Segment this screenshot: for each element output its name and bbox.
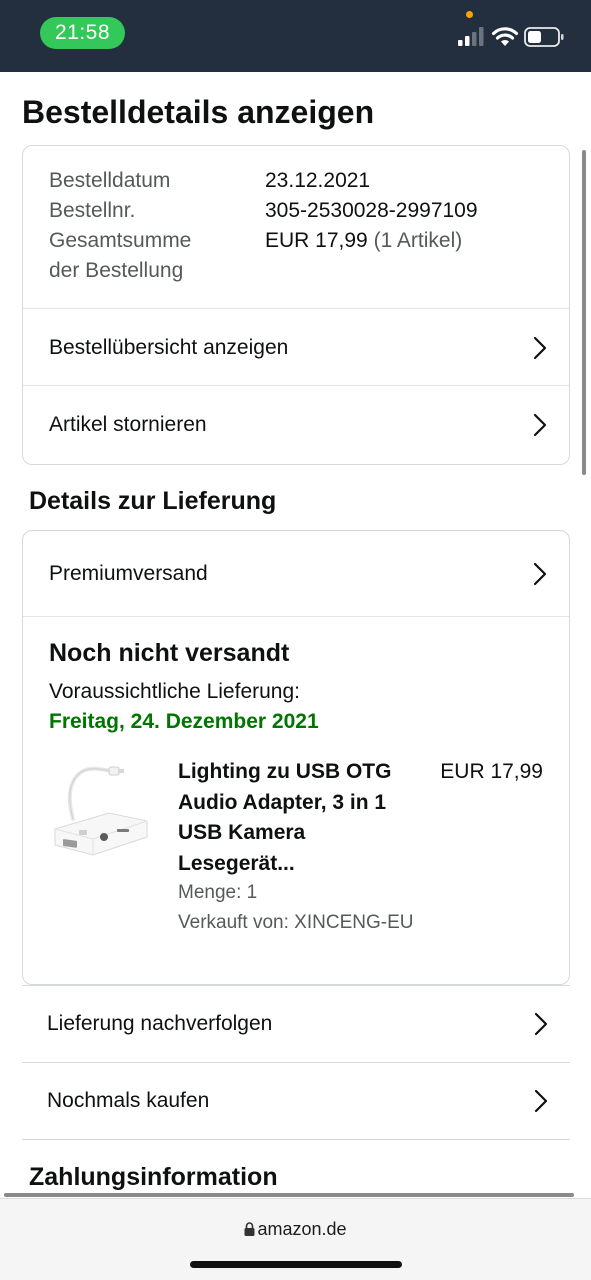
lock-icon [244, 1222, 255, 1236]
battery-icon [524, 27, 564, 47]
cancel-items-link-label: Artikel stornieren [49, 412, 207, 436]
cancel-items-link[interactable]: Artikel stornieren [23, 385, 569, 463]
order-summary-link-label: Bestellübersicht anzeigen [49, 335, 289, 359]
product-title-link[interactable]: Lighting zu USB OTG Audio Adapter, 3 in … [178, 757, 418, 879]
track-delivery-label: Lieferung nachverfolgen [47, 1012, 273, 1035]
order-meta: Bestelldatum 23.12.2021 Bestellnr. 305-2… [49, 166, 478, 286]
buy-again-label: Nochmals kaufen [47, 1089, 210, 1112]
order-total-label-line2: der Bestellung [49, 259, 184, 282]
payment-section-title: Zahlungsinformation [29, 1163, 278, 1191]
buy-again-link[interactable]: Nochmals kaufen [22, 1062, 570, 1139]
order-total-row: Gesamtsumme der Bestellung EUR 17,99 (1 A… [49, 226, 478, 286]
track-delivery-link[interactable]: Lieferung nachverfolgen [22, 985, 570, 1062]
product-seller: Verkauft von: XINCENG-EU [178, 912, 414, 933]
chevron-right-icon [533, 562, 547, 585]
status-time: 21:58 [40, 17, 125, 49]
order-number-label: Bestellnr. [49, 199, 136, 222]
order-total-value: EUR 17,99 (1 Artikel) [265, 226, 462, 286]
order-date-row: Bestelldatum 23.12.2021 [49, 166, 478, 196]
order-total-label: Gesamtsumme der Bestellung [49, 226, 265, 286]
wifi-icon [491, 27, 519, 46]
product-image[interactable] [49, 757, 159, 867]
shipment-status: Noch nicht versandt [49, 639, 290, 667]
browser-bar: amazon.de [0, 1198, 591, 1280]
status-bar: 21:58 [0, 0, 591, 72]
order-number-value: 305-2530028-2997109 [265, 199, 478, 222]
shipping-method-label: Premiumversand [49, 561, 208, 585]
chevron-right-icon [534, 1089, 548, 1113]
expected-delivery-label: Voraussichtliche Lieferung: [49, 680, 300, 703]
url-bar[interactable]: amazon.de [0, 1219, 591, 1240]
delivery-card: Premiumversand Noch nicht versandt Vorau… [22, 530, 570, 985]
order-item-count: (1 Artikel) [373, 229, 463, 252]
order-date-value: 23.12.2021 [265, 169, 371, 192]
shipping-method-link[interactable]: Premiumversand [23, 531, 569, 616]
chevron-right-icon [533, 336, 547, 359]
chevron-right-icon [533, 413, 547, 436]
product-price: EUR 17,99 [440, 760, 543, 783]
product-quantity: Menge: 1 [178, 882, 258, 903]
delivery-section-title: Details zur Lieferung [29, 487, 277, 515]
divider [23, 616, 569, 617]
order-summary-link[interactable]: Bestellübersicht anzeigen [23, 308, 569, 386]
order-summary-card: Bestelldatum 23.12.2021 Bestellnr. 305-2… [22, 145, 570, 465]
divider [22, 1139, 570, 1140]
horizontal-scroll-indicator [4, 1193, 574, 1197]
signal-icon [458, 27, 484, 46]
order-total-label-line1: Gesamtsumme [49, 229, 192, 252]
mic-indicator-dot [466, 11, 473, 18]
chevron-right-icon [534, 1012, 548, 1036]
scrollbar[interactable] [582, 150, 586, 475]
home-indicator[interactable] [190, 1261, 402, 1268]
order-date-label: Bestelldatum [49, 169, 171, 192]
page-title: Bestelldetails anzeigen [22, 94, 375, 130]
url-text: amazon.de [257, 1219, 347, 1239]
order-number-row: Bestellnr. 305-2530028-2997109 [49, 196, 478, 226]
order-total-amount: EUR 17,99 [265, 229, 368, 252]
expected-delivery-date: Freitag, 24. Dezember 2021 [49, 710, 319, 733]
